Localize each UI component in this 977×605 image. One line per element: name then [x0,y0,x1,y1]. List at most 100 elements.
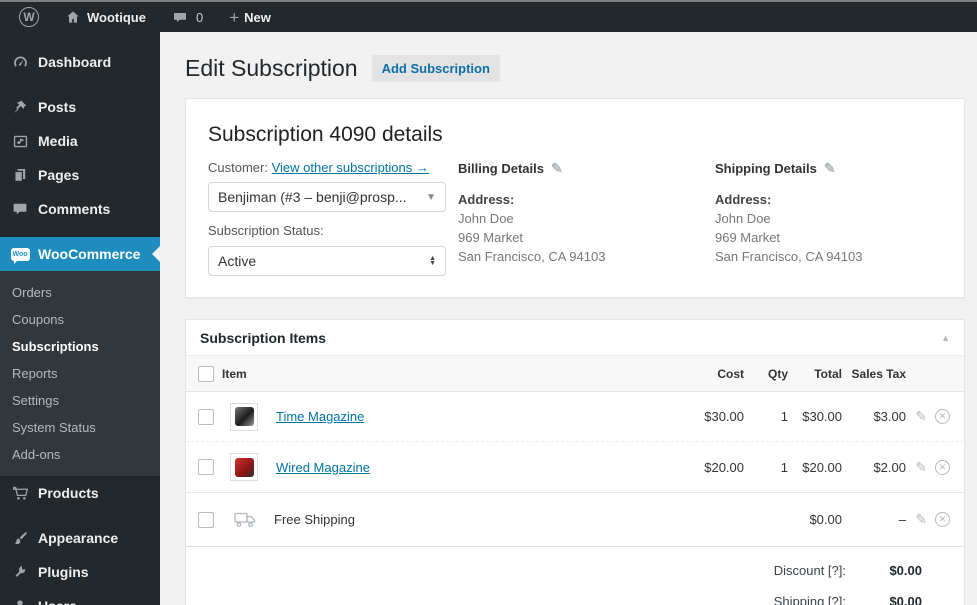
submenu-item-settings[interactable]: Settings [0,387,160,414]
column-qty: Qty [767,366,788,381]
sidebar-item-appearance[interactable]: Appearance [0,521,160,555]
select-updown-icon: ▲ ▼ [429,255,436,267]
sidebar-item-posts[interactable]: Posts [0,90,160,124]
sidebar-item-label: Pages [38,167,80,183]
sidebar-item-dashboard[interactable]: Dashboard [0,45,160,79]
billing-address-line: San Francisco, CA 94103 [458,249,606,264]
cart-icon [10,485,30,502]
edit-shipping-pencil-icon[interactable]: ✎ [824,160,836,177]
submenu-item-reports[interactable]: Reports [0,360,160,387]
sidebar-item-media[interactable]: Media [0,124,160,158]
column-total: Total [814,366,842,381]
sidebar-item-label: WooCommerce [38,246,141,262]
sidebar-item-plugins[interactable]: Plugins [0,555,160,589]
collapse-toggle-icon[interactable]: ▲ [941,333,950,343]
edit-billing-pencil-icon[interactable]: ✎ [551,160,563,177]
shipping-address-label: Address: [715,192,772,207]
comments-bubble-button[interactable]: 0 [163,2,212,32]
cell-tax: $3.00 [873,409,906,424]
subscription-details-panel: Subscription 4090 details Customer: View… [185,98,965,298]
sidebar-item-pages[interactable]: Pages [0,158,160,192]
woocommerce-submenu: Orders Coupons Subscriptions Reports Set… [0,271,160,476]
comment-bubble-icon [172,10,188,25]
status-select[interactable]: Active ▲ ▼ [208,246,446,276]
sidebar-item-label: Appearance [38,530,119,546]
cell-tax: – [898,512,906,527]
table-row: Time Magazine $30.00 1 $30.00 $3.00 ✎ ✕ [186,392,964,442]
add-subscription-button[interactable]: Add Subscription [371,55,500,82]
sidebar-item-label: Media [38,133,78,149]
wordpress-logo-button[interactable]: W [10,2,48,32]
sidebar-item-label: Products [38,485,99,501]
media-icon [10,133,30,150]
submenu-item-orders[interactable]: Orders [0,279,160,306]
submenu-item-add-ons[interactable]: Add-ons [0,441,160,468]
delete-item-icon[interactable]: ✕ [935,512,950,527]
status-label: Subscription Status: [208,223,324,238]
row-checkbox[interactable] [198,408,214,425]
truck-icon [234,512,256,528]
customer-select[interactable]: Benjiman (#3 – benji@prosp... ▼ [208,182,446,212]
chevron-down-icon: ▼ [426,191,436,203]
pages-icon [10,167,30,183]
edit-item-pencil-icon[interactable]: ✎ [915,459,927,476]
shipping-details-heading: Shipping Details [715,161,817,176]
cell-total: $30.00 [802,409,842,424]
sidebar-item-label: Posts [38,99,77,115]
column-item: Item [222,366,247,381]
delete-item-icon[interactable]: ✕ [935,459,950,475]
shipping-address-line: 969 Market [715,230,781,245]
woocommerce-icon: Woo [10,247,30,264]
order-totals-section: Discount [?]: $0.00 Shipping [?]: $0.00 [186,546,964,605]
edit-item-pencil-icon[interactable]: ✎ [915,408,927,425]
column-cost: Cost [717,366,744,381]
new-content-button[interactable]: + New [220,2,280,32]
edit-item-pencil-icon[interactable]: ✎ [915,511,927,528]
delete-item-icon[interactable]: ✕ [935,409,950,424]
home-icon [65,9,81,25]
items-table-header: Item Cost Qty Total Sales Tax [186,356,964,392]
shipping-address-line: John Doe [715,211,771,226]
sidebar-item-products[interactable]: Products [0,476,160,510]
column-sales-tax: Sales Tax [851,366,906,381]
cell-total: $0.00 [809,512,842,527]
menu-separator [0,226,160,237]
comments-icon [10,201,30,217]
shipping-total-label: Shipping [?]: [773,594,846,605]
sidebar-item-users[interactable]: Users [0,589,160,605]
customer-select-value: Benjiman (#3 – benji@prosp... [218,189,407,205]
site-name-label: Wootique [87,9,146,25]
site-name-link[interactable]: Wootique [56,2,155,32]
sidebar-item-label: Plugins [38,564,89,580]
items-panel-title: Subscription Items [200,329,327,346]
total-row: Shipping [?]: $0.00 [186,586,964,605]
user-icon [10,598,30,605]
product-thumbnail [230,453,258,481]
select-all-checkbox[interactable] [198,365,214,382]
customer-label: Customer: [208,160,268,175]
product-link[interactable]: Wired Magazine [276,460,370,475]
details-heading: Subscription 4090 details [208,123,443,146]
submenu-item-system-status[interactable]: System Status [0,414,160,441]
menu-separator [0,79,160,90]
discount-value: $0.00 [889,563,922,578]
product-link[interactable]: Time Magazine [276,409,364,424]
shipping-method-label: Free Shipping [274,512,355,527]
sidebar-item-woocommerce[interactable]: Woo WooCommerce [0,237,160,271]
shipping-total-value: $0.00 [889,594,922,605]
pushpin-icon [10,99,30,115]
sidebar-item-comments[interactable]: Comments [0,192,160,226]
admin-bar: W Wootique 0 + New [0,2,977,32]
sidebar-item-label: Comments [38,201,111,217]
cell-total: $20.00 [802,459,842,475]
page-title: Edit Subscription [185,55,358,81]
cell-tax: $2.00 [873,459,906,475]
billing-address-line: John Doe [458,211,514,226]
shipping-row: Free Shipping $0.00 – ✎ ✕ [186,493,964,546]
row-checkbox[interactable] [198,511,214,528]
submenu-item-coupons[interactable]: Coupons [0,306,160,333]
row-checkbox[interactable] [198,459,214,475]
table-row: Wired Magazine $20.00 1 $20.00 $2.00 ✎ ✕ [186,442,964,492]
submenu-item-subscriptions[interactable]: Subscriptions [0,333,160,360]
view-other-subscriptions-link[interactable]: View other subscriptions → [272,160,429,175]
